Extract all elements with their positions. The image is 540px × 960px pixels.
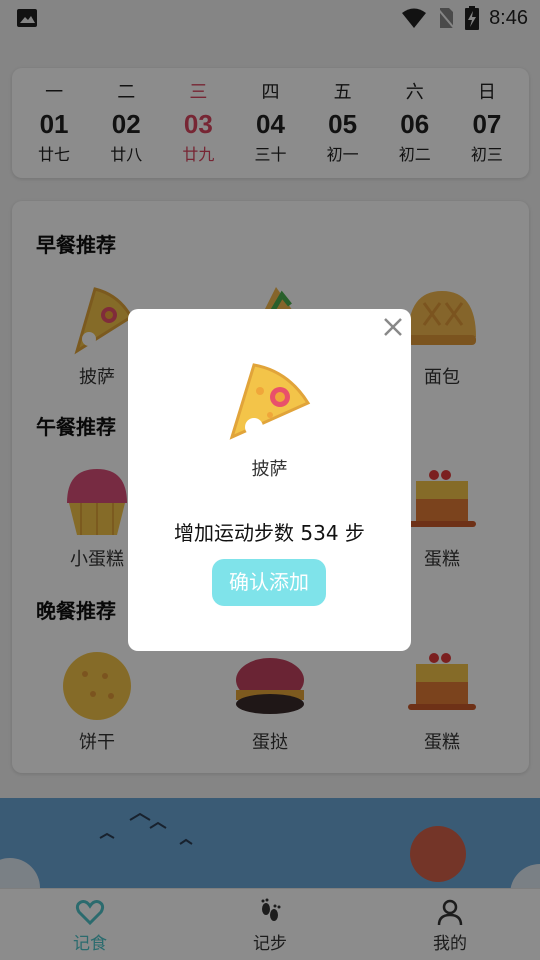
add-food-dialog: 披萨 增加运动步数 534 步 确认添加 [128, 309, 411, 651]
pizza-icon [229, 363, 311, 440]
dialog-step-message: 增加运动步数 534 步 [174, 521, 365, 545]
dialog-food-name: 披萨 [251, 459, 288, 480]
confirm-add-button[interactable]: 确认添加 [212, 559, 326, 606]
close-icon[interactable] [383, 317, 403, 337]
